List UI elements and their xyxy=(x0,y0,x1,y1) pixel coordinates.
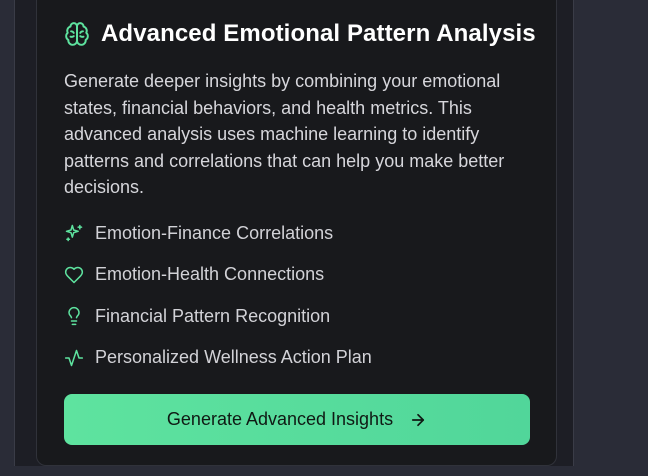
arrow-right-icon xyxy=(409,411,427,429)
card-description: Generate deeper insights by combining yo… xyxy=(64,71,505,197)
activity-icon xyxy=(64,348,84,368)
feature-label: Financial Pattern Recognition xyxy=(95,305,331,326)
feature-label: Personalized Wellness Action Plan xyxy=(95,347,372,367)
lightbulb-icon xyxy=(64,306,84,326)
card-title: Advanced Emotional Pattern Analysis xyxy=(101,20,536,47)
feature-label: Emotion-Health Connections xyxy=(95,264,325,284)
brain-icon xyxy=(64,21,90,47)
generate-insights-label: Generate Advanced Insights xyxy=(166,409,394,429)
heart-icon xyxy=(64,265,84,285)
feature-item: Financial Pattern Recognition xyxy=(64,303,372,329)
card-header: Advanced Emotional Pattern Analysis xyxy=(64,18,536,50)
generate-insights-button[interactable]: Generate Advanced Insights xyxy=(64,394,530,445)
sparkles-icon xyxy=(64,223,84,243)
feature-item: Emotion-Finance Correlations xyxy=(64,220,372,246)
feature-item: Emotion-Health Connections xyxy=(64,262,372,288)
feature-list: Emotion-Finance Correlations Emotion-Hea… xyxy=(64,220,372,386)
feature-item: Personalized Wellness Action Plan xyxy=(64,345,372,371)
feature-label: Emotion-Finance Correlations xyxy=(95,222,334,243)
